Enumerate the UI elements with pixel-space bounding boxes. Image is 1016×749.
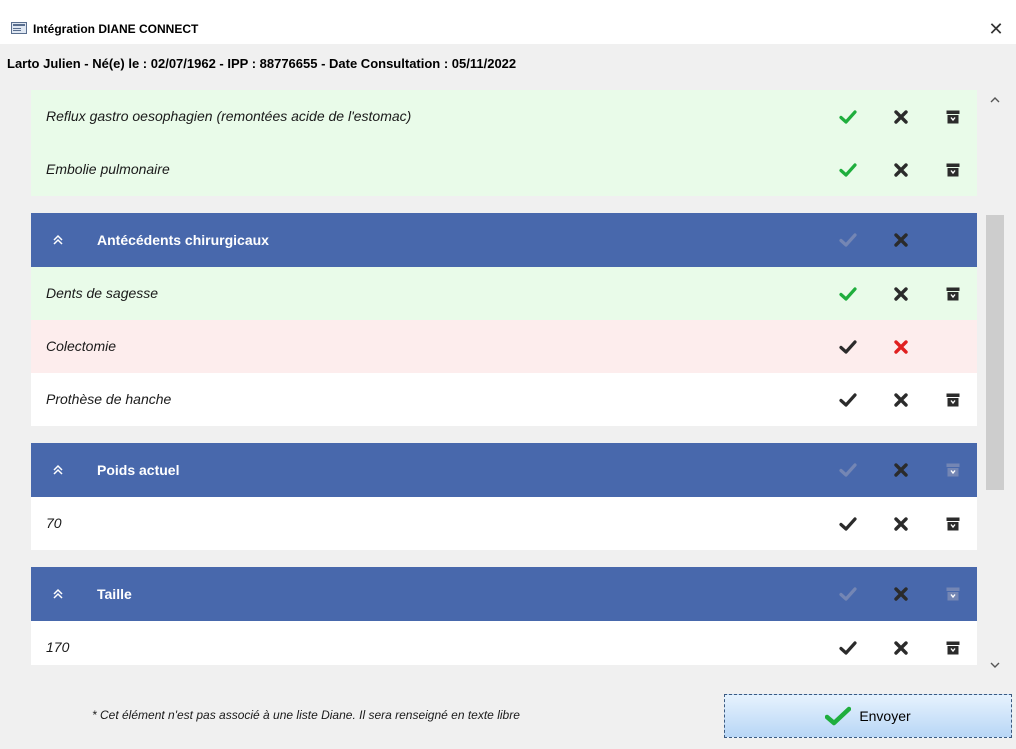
check-icon[interactable] (836, 143, 860, 196)
list-item: Colectomie (31, 320, 977, 373)
cross-icon[interactable] (889, 567, 913, 621)
cross-icon[interactable] (889, 267, 913, 320)
check-icon[interactable] (836, 443, 860, 497)
archive-icon[interactable] (941, 621, 965, 665)
list-item: Reflux gastro oesophagien (remontées aci… (31, 90, 977, 143)
cross-icon[interactable] (889, 443, 913, 497)
send-button-label: Envoyer (859, 708, 911, 724)
cross-icon[interactable] (889, 320, 913, 373)
item-label: Colectomie (46, 338, 117, 354)
archive-icon[interactable] (941, 443, 965, 497)
double-chevron-up-icon[interactable] (51, 233, 65, 247)
cross-icon[interactable] (889, 90, 913, 143)
chevron-down-icon (990, 662, 1000, 668)
check-icon[interactable] (836, 373, 860, 426)
cross-icon[interactable] (889, 621, 913, 665)
check-icon[interactable] (836, 267, 860, 320)
double-chevron-up-icon[interactable] (51, 463, 65, 477)
list-item: Dents de sagesse (31, 267, 977, 320)
check-icon (825, 706, 852, 726)
scroll-up-button[interactable] (984, 90, 1006, 110)
vertical-scrollbar[interactable] (984, 90, 1006, 675)
section-header[interactable]: Taille (31, 567, 977, 621)
scroll-down-button[interactable] (984, 655, 1006, 675)
section-title: Poids actuel (97, 462, 180, 478)
close-icon: ✕ (988, 18, 1004, 39)
item-label: Prothèse de hanche (46, 391, 172, 407)
patient-info: Larto Julien - Né(e) le : 02/07/1962 - I… (7, 56, 517, 71)
scrollbar-thumb[interactable] (986, 215, 1004, 490)
window-title: Intégration DIANE CONNECT (33, 22, 199, 36)
item-label: Dents de sagesse (46, 285, 159, 301)
title-bar: Intégration DIANE CONNECT ✕ (0, 0, 1016, 44)
item-label: 170 (46, 639, 70, 655)
list-item: Prothèse de hanche (31, 373, 977, 426)
section-header[interactable]: Antécédents chirurgicaux (31, 213, 977, 267)
close-button[interactable]: ✕ (976, 14, 1016, 44)
cross-icon[interactable] (889, 143, 913, 196)
section-title: Antécédents chirurgicaux (97, 232, 269, 248)
cross-icon[interactable] (889, 373, 913, 426)
check-icon[interactable] (836, 320, 860, 373)
list-item: 170 (31, 621, 977, 665)
check-icon[interactable] (836, 567, 860, 621)
archive-icon[interactable] (941, 143, 965, 196)
chevron-up-icon (990, 97, 1000, 103)
integration-list: Reflux gastro oesophagien (remontées aci… (31, 90, 977, 665)
item-label: Reflux gastro oesophagien (remontées aci… (46, 108, 412, 124)
list-item: 70 (31, 497, 977, 550)
cross-icon[interactable] (889, 213, 913, 267)
archive-icon[interactable] (941, 567, 965, 621)
free-text-footnote: * Cet élément n'est pas associé à une li… (92, 708, 520, 722)
archive-icon[interactable] (941, 267, 965, 320)
section-header[interactable]: Poids actuel (31, 443, 977, 497)
window-app-icon (11, 22, 27, 34)
list-item: Embolie pulmonaire (31, 143, 977, 196)
item-label: Embolie pulmonaire (46, 161, 170, 177)
check-icon[interactable] (836, 497, 860, 550)
cross-icon[interactable] (889, 497, 913, 550)
check-icon[interactable] (836, 213, 860, 267)
archive-icon[interactable] (941, 497, 965, 550)
check-icon[interactable] (836, 621, 860, 665)
section-title: Taille (97, 586, 132, 602)
item-label: 70 (46, 515, 62, 531)
double-chevron-up-icon[interactable] (51, 587, 65, 601)
dialog-window: Intégration DIANE CONNECT ✕ Larto Julien… (0, 0, 1016, 749)
check-icon[interactable] (836, 90, 860, 143)
archive-icon[interactable] (941, 373, 965, 426)
archive-icon[interactable] (941, 90, 965, 143)
send-button[interactable]: Envoyer (724, 694, 1012, 738)
